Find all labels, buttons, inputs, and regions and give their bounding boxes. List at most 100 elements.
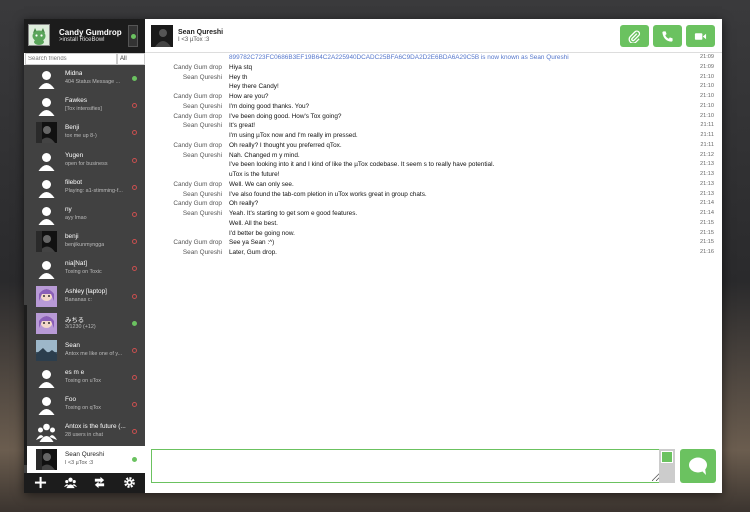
message-author: Candy Gum drop — [173, 239, 222, 247]
group-icon — [63, 477, 77, 489]
chat-message[interactable]: Hey there Candy! 21:10 — [145, 82, 722, 92]
create-group-button[interactable] — [63, 476, 77, 490]
settings-button[interactable] — [122, 476, 136, 490]
transfer-arrows-icon — [94, 476, 104, 489]
add-friend-button[interactable] — [33, 476, 47, 490]
friend-status-message: Toxing on Toxic — [65, 269, 102, 276]
system-message[interactable]: 899782C723FC0686B3EF19B64C2A225940DCADC2… — [145, 53, 722, 63]
audio-call-button[interactable] — [653, 25, 682, 47]
self-status-message[interactable]: >install RiceBowl — [59, 37, 105, 43]
friend-status-message: Bananas c: — [65, 296, 92, 303]
self-status-toggle[interactable] — [128, 25, 138, 47]
message-log[interactable]: 899782C723FC0686B3EF19B64C2A225940DCADC2… — [145, 53, 722, 443]
chat-message[interactable]: Sean Qureshi I'm doing good thanks. You? 2… — [145, 102, 722, 112]
offline-status-icon — [132, 293, 137, 299]
friend-name: ny — [65, 205, 72, 213]
chat-message[interactable]: uTox is the future! 21:13 — [145, 170, 722, 180]
message-text: Oh really? — [229, 200, 259, 208]
chat-message[interactable]: Sean Qureshi Yeah. It's starting to get s… — [145, 209, 722, 219]
chat-message[interactable]: Sean Qureshi Hey th 21:10 — [145, 73, 722, 83]
scrollbar-thumb[interactable] — [24, 305, 27, 465]
offline-status-icon — [132, 429, 137, 435]
chat-header: Sean Qureshi I <3 µTox :3 — [145, 19, 722, 53]
friend-status-message: Toxing on qTox — [65, 405, 101, 412]
friend-list-item[interactable]: Antox is the future (... 28 users in chat — [24, 418, 145, 445]
message-text: How are you? — [229, 93, 269, 100]
composer-scroll-thumb[interactable] — [661, 451, 673, 463]
message-input[interactable] — [152, 450, 660, 482]
friend-name: みちる — [65, 316, 85, 324]
chat-message[interactable]: Candy Gum drop Hiya stq 21:09 — [145, 63, 722, 73]
friend-filter-dropdown[interactable]: All — [117, 53, 145, 65]
message-text: Hey there Candy! — [229, 83, 279, 91]
peer-name: Sean Qureshi — [178, 29, 224, 36]
friend-status-message: Antox me like one of y... — [65, 350, 123, 357]
chat-message[interactable]: Sean Qureshi It's great! 21:11 — [145, 121, 722, 131]
chat-message[interactable]: Sean Qureshi Later, Gum drop. 21:16 — [145, 248, 722, 258]
chat-message[interactable]: I've been looking into it and I kind of … — [145, 160, 722, 170]
friend-name: nia[Nat] — [65, 260, 88, 268]
search-friends-input[interactable] — [25, 53, 117, 65]
offline-status-icon — [132, 184, 137, 190]
friend-list-item[interactable]: Sean Antox me like one of y... — [24, 337, 145, 364]
chat-message[interactable]: Candy Gum drop Well. We can only see. 21:1… — [145, 180, 722, 190]
chat-message[interactable]: Candy Gum drop Oh really? 21:14 — [145, 199, 722, 209]
friend-status-message: 404 Status Message ... — [65, 79, 121, 85]
friend-list-item[interactable]: Sean Qureshi I <3 µTox :3 — [24, 445, 145, 473]
message-timestamp: 21:11 — [700, 132, 714, 138]
friend-list-item[interactable]: filebot Playing: a1-stimming-f... — [24, 174, 145, 201]
chat-message[interactable]: Sean Qureshi I've also found the tab-com … — [145, 190, 722, 200]
offline-status-icon — [132, 211, 137, 217]
online-status-icon — [132, 320, 137, 326]
friend-list-item[interactable]: Ashley [laptop] Bananas c: — [24, 283, 145, 310]
message-text: It's great! — [229, 122, 256, 130]
offline-status-icon — [132, 402, 137, 408]
chat-message[interactable]: Candy Gum drop See ya Sean :^) 21:15 — [145, 238, 722, 248]
message-timestamp: 21:10 — [700, 112, 714, 119]
chat-message[interactable]: Candy Gum drop How are you? 21:10 — [145, 92, 722, 102]
anime-avatar-icon — [36, 312, 57, 334]
self-avatar[interactable] — [28, 24, 50, 46]
friend-list-item[interactable]: Benji tox me up 8-) — [24, 119, 145, 146]
phone-icon — [662, 30, 673, 42]
friend-list-item[interactable]: Fawkes [Tox intensifies] — [24, 92, 145, 119]
composer-scrollbar[interactable] — [659, 449, 675, 483]
friend-list-item[interactable]: みちる 3/1230 (+12) — [24, 310, 145, 337]
friend-status-message: tox me up 8-) — [65, 133, 97, 140]
friend-list-item[interactable]: Yugen open for business — [24, 147, 145, 174]
friend-status-message: benjikunmyngga — [65, 242, 105, 249]
chat-message[interactable]: Candy Gum drop Oh really? I thought you p… — [145, 141, 722, 151]
send-message-button[interactable] — [680, 449, 716, 483]
friend-name: Sean — [65, 341, 80, 349]
message-composer[interactable] — [151, 449, 661, 483]
message-timestamp: 21:15 — [700, 239, 714, 246]
chat-message[interactable]: Candy Gum drop I've been doing good. How'… — [145, 112, 722, 122]
friend-list-item[interactable]: Foo Toxing on qTox — [24, 391, 145, 418]
message-author: Sean Qureshi — [182, 73, 222, 81]
message-timestamp: 21:16 — [700, 249, 714, 255]
message-timestamp: 21:11 — [700, 141, 714, 148]
self-name[interactable]: Candy Gumdrop — [59, 28, 122, 37]
friend-list-item[interactable]: ny ayy lmao — [24, 201, 145, 228]
file-transfers-button[interactable] — [92, 476, 106, 490]
friend-list-scrollbar[interactable] — [24, 65, 27, 473]
message-timestamp: 21:10 — [700, 93, 714, 99]
chat-message[interactable]: Well. All the best. 21:15 — [145, 219, 722, 229]
friend-list-item[interactable]: nia[Nat] Toxing on Toxic — [24, 255, 145, 282]
message-text: uTox is the future! — [229, 171, 280, 178]
self-profile-bar[interactable]: Candy Gumdrop >install RiceBowl — [24, 19, 145, 53]
offline-status-icon — [132, 266, 137, 272]
default-avatar-icon — [36, 68, 57, 89]
friend-name: Midna — [65, 70, 83, 77]
friend-list-item[interactable]: benji benjikunmyngga — [24, 228, 145, 255]
offline-status-icon — [132, 347, 137, 353]
message-author: Sean Qureshi — [182, 151, 222, 159]
video-call-button[interactable] — [686, 25, 715, 47]
chat-message[interactable]: Sean Qureshi Nah. Changed m y mind. 21:12 — [145, 151, 722, 161]
chat-message[interactable]: I'm using µTox now and I'm really im pre… — [145, 131, 722, 141]
send-file-button[interactable] — [620, 25, 649, 47]
message-author: Candy Gum drop — [173, 112, 222, 120]
friend-list-item[interactable]: Midna 404 Status Message ... — [24, 65, 145, 92]
chat-message[interactable]: I'd better be going now. 21:15 — [145, 229, 722, 239]
friend-list-item[interactable]: es m e Toxing on uTox — [24, 364, 145, 391]
